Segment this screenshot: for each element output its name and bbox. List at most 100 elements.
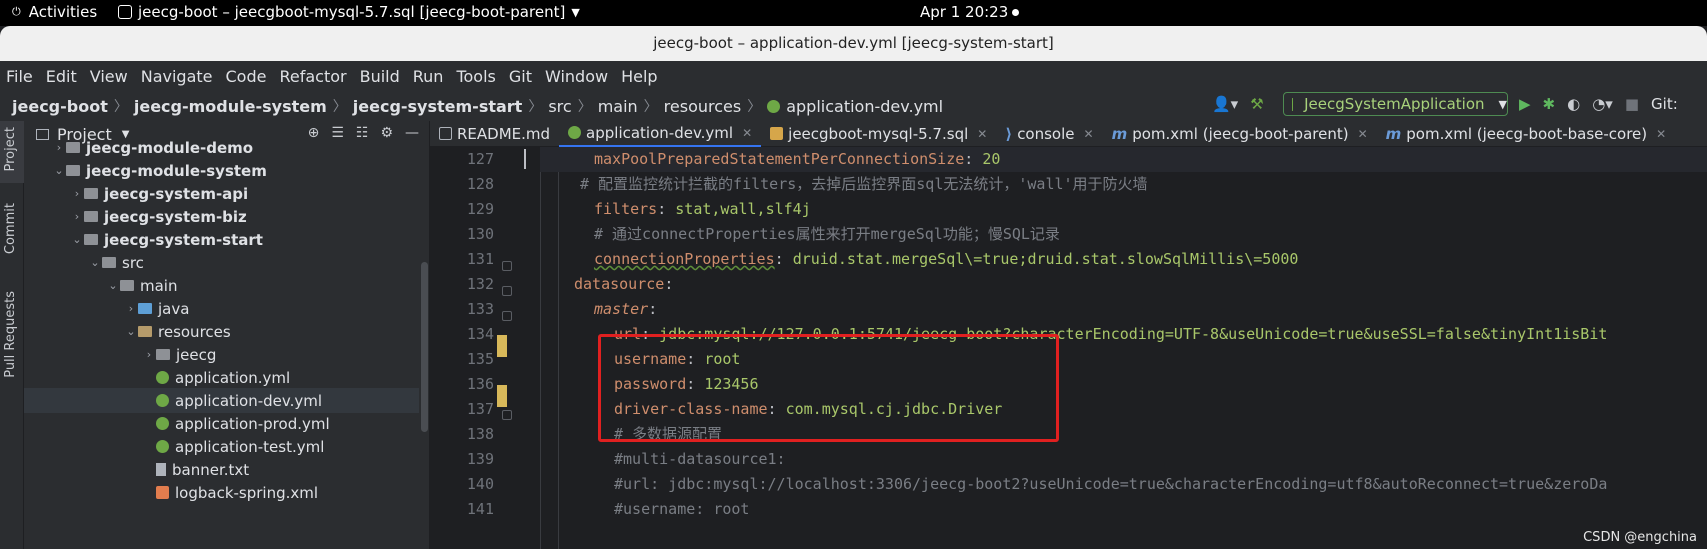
close-icon[interactable]: ✕ [1084, 127, 1094, 141]
tab-jeecgboot-mysql-sql[interactable]: jeecgboot-mysql-5.7.sql ✕ [761, 121, 996, 147]
profile-icon[interactable]: ◔▾ [1592, 95, 1613, 113]
yml-file-icon [156, 371, 169, 384]
git-label[interactable]: Git: [1651, 95, 1678, 113]
close-icon[interactable]: ✕ [742, 126, 752, 140]
menu-view[interactable]: View [90, 67, 128, 86]
line-number: 132 [466, 275, 494, 293]
breadcrumb-item[interactable]: jeecg-system-start [353, 97, 523, 116]
maven-icon: m [1111, 124, 1128, 143]
tree-item-jeecg-module-system[interactable]: ⌄ jeecg-module-system [24, 158, 419, 183]
code-line-132: datasource: [574, 275, 674, 293]
line-number: 133 [466, 300, 494, 318]
chevron-down-icon[interactable]: ⌄ [88, 256, 102, 269]
tree-item-application-yml[interactable]: application.yml [24, 365, 419, 390]
tree-item-jeecg[interactable]: › jeecg [24, 342, 419, 367]
stripe-pull-requests[interactable]: Pull Requests [3, 291, 18, 378]
yaml-key: maxPoolPreparedStatementPerConnectionSiz… [594, 150, 965, 168]
user-icon[interactable]: 👤▾ [1212, 95, 1238, 113]
tab-application-dev-yml[interactable]: application-dev.yml ✕ [559, 120, 762, 147]
app-menu[interactable]: jeecg-boot – jeecgboot-mysql-5.7.sql [je… [118, 3, 580, 21]
close-icon[interactable]: ✕ [1656, 127, 1666, 141]
markdown-file-icon [439, 127, 452, 140]
indent-guide [540, 147, 541, 549]
menu-code[interactable]: Code [226, 67, 267, 86]
coverage-icon[interactable]: ◐ [1567, 95, 1580, 113]
chevron-down-icon[interactable]: ⌄ [52, 164, 66, 177]
tree-item-jeecg-module-demo[interactable]: › jeecg-module-demo [24, 135, 419, 160]
menu-git[interactable]: Git [509, 67, 532, 86]
fold-icon[interactable] [502, 286, 512, 296]
breadcrumb-item[interactable]: jeecg-boot [12, 97, 108, 116]
close-icon[interactable]: ✕ [977, 127, 987, 141]
menu-navigate[interactable]: Navigate [141, 67, 213, 86]
vcs-change-marker[interactable] [497, 335, 507, 357]
breadcrumb-item[interactable]: main [598, 97, 638, 116]
tree-item-logback-spring-xml[interactable]: logback-spring.xml [24, 480, 419, 505]
folder-icon [102, 257, 116, 268]
chevron-right-icon[interactable]: › [70, 187, 84, 200]
line-number: 138 [466, 425, 494, 443]
breadcrumb-item[interactable]: jeecg-module-system [134, 97, 327, 116]
tree-item-jeecg-system-start[interactable]: ⌄ jeecg-system-start [24, 227, 419, 252]
menu-run[interactable]: Run [413, 67, 444, 86]
module-folder-icon [84, 188, 98, 199]
chevron-right-icon[interactable]: › [70, 210, 84, 223]
chevron-down-icon[interactable]: ⌄ [70, 233, 84, 246]
tree-item-label: jeecg-system-api [104, 184, 249, 203]
tab-readme[interactable]: README.md [430, 121, 559, 147]
debug-icon[interactable]: ✱ [1543, 95, 1556, 113]
tree-item-label: banner.txt [172, 460, 250, 479]
yml-file-icon [156, 440, 169, 453]
line-number: 131 [466, 250, 494, 268]
stop-icon[interactable]: ■ [1625, 95, 1639, 113]
menu-help[interactable]: Help [621, 67, 657, 86]
console-icon: ⟩ [1005, 124, 1013, 143]
menu-build[interactable]: Build [360, 67, 400, 86]
tab-console[interactable]: ⟩ console ✕ [996, 121, 1102, 147]
tree-item-src[interactable]: ⌄ src [24, 250, 419, 275]
project-scrollbar[interactable] [421, 262, 428, 432]
chevron-right-icon[interactable]: › [52, 141, 66, 154]
chevron-right-icon[interactable]: › [142, 348, 156, 361]
tree-item-banner-txt[interactable]: banner.txt [24, 457, 419, 482]
chevron-down-icon[interactable]: ⌄ [124, 325, 138, 338]
fold-icon[interactable] [502, 311, 512, 321]
tab-label: pom.xml (jeecg-boot-base-core) [1406, 124, 1648, 143]
tree-item-main[interactable]: ⌄ main [24, 273, 419, 298]
breadcrumb-item[interactable]: src [548, 97, 571, 116]
close-icon[interactable]: ✕ [1358, 127, 1368, 141]
breadcrumb-item[interactable]: resources [664, 97, 742, 116]
fold-icon[interactable] [502, 410, 512, 420]
tree-item-application-prod-yml[interactable]: application-prod.yml [24, 411, 419, 436]
line-number: 140 [466, 475, 494, 493]
tree-item-resources[interactable]: ⌄ resources [24, 319, 419, 344]
stripe-project[interactable]: Project [3, 127, 18, 171]
clock[interactable]: Apr 1 20:23 [920, 3, 1020, 21]
menu-edit[interactable]: Edit [46, 67, 77, 86]
menu-window[interactable]: Window [545, 67, 608, 86]
xml-file-icon [156, 486, 169, 499]
run-icon[interactable]: ▶ [1519, 95, 1531, 113]
editor-tabs: README.md application-dev.yml ✕ jeecgboo… [430, 120, 1707, 147]
tree-item-jeecg-system-biz[interactable]: › jeecg-system-biz [24, 204, 419, 229]
stripe-commit[interactable]: Commit [3, 203, 18, 254]
chevron-down-icon[interactable]: ⌄ [106, 279, 120, 292]
menu-tools[interactable]: Tools [456, 67, 495, 86]
vcs-change-marker[interactable] [497, 385, 507, 407]
chevron-right-icon[interactable]: › [124, 302, 138, 315]
tree-item-application-test-yml[interactable]: application-test.yml [24, 434, 419, 459]
tree-item-application-dev-yml[interactable]: application-dev.yml [24, 388, 419, 413]
activities-button[interactable]: ⏻ Activities [12, 3, 97, 21]
run-configuration-select[interactable]: JeecgSystemApplication ▼ [1283, 92, 1508, 116]
fold-icon[interactable] [502, 261, 512, 271]
editor-gutter: 127 128 129 130 131 132 133 134 135 136 … [430, 147, 540, 549]
menu-file[interactable]: File [6, 67, 33, 86]
run-toolbar: ▶ ✱ ◐ ◔▾ ■ Git: [1519, 95, 1678, 113]
tree-item-jeecg-system-api[interactable]: › jeecg-system-api [24, 181, 419, 206]
tab-pom-parent[interactable]: m pom.xml (jeecg-boot-parent) ✕ [1103, 121, 1377, 147]
tab-pom-base-core[interactable]: m pom.xml (jeecg-boot-base-core) ✕ [1377, 121, 1676, 147]
menu-refactor[interactable]: Refactor [279, 67, 346, 86]
hammer-icon[interactable]: ⚒ [1250, 95, 1263, 113]
tree-item-java[interactable]: › java [24, 296, 419, 321]
breadcrumb-item[interactable]: application-dev.yml [786, 97, 943, 116]
